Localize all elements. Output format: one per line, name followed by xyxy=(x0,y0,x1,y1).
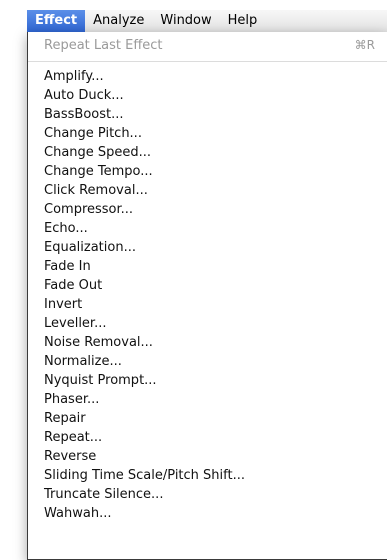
shortcut-label: ⌘R xyxy=(354,38,375,52)
menu-item-leveller[interactable]: Leveller... xyxy=(28,314,387,333)
menu-item-change-pitch[interactable]: Change Pitch... xyxy=(28,124,387,143)
menu-item-wahwah[interactable]: Wahwah... xyxy=(28,504,387,523)
menu-item-fade-in[interactable]: Fade In xyxy=(28,257,387,276)
menu-item-reverse[interactable]: Reverse xyxy=(28,447,387,466)
menu-item-auto-duck[interactable]: Auto Duck... xyxy=(28,86,387,105)
menu-window[interactable]: Window xyxy=(152,10,219,32)
menu-help[interactable]: Help xyxy=(220,10,266,32)
menu-item-fade-out[interactable]: Fade Out xyxy=(28,276,387,295)
menu-item-bassboost[interactable]: BassBoost... xyxy=(28,105,387,124)
menu-item-truncate-silence[interactable]: Truncate Silence... xyxy=(28,485,387,504)
menu-item-equalization[interactable]: Equalization... xyxy=(28,238,387,257)
menu-item-sliding-time-scale[interactable]: Sliding Time Scale/Pitch Shift... xyxy=(28,466,387,485)
menu-item-invert[interactable]: Invert xyxy=(28,295,387,314)
screen: Effect Analyze Window Help Repeat Last E… xyxy=(0,0,387,560)
menu-item-normalize[interactable]: Normalize... xyxy=(28,352,387,371)
menu-item-nyquist-prompt[interactable]: Nyquist Prompt... xyxy=(28,371,387,390)
menu-item-change-speed[interactable]: Change Speed... xyxy=(28,143,387,162)
menu-item-echo[interactable]: Echo... xyxy=(28,219,387,238)
menu-item-amplify[interactable]: Amplify... xyxy=(28,67,387,86)
menu-item-click-removal[interactable]: Click Removal... xyxy=(28,181,387,200)
menu-item-label: Repeat Last Effect xyxy=(44,38,163,53)
menu-item-repeat-last-effect: Repeat Last Effect ⌘R xyxy=(28,36,387,55)
menu-analyze[interactable]: Analyze xyxy=(85,10,152,32)
menu-item-change-tempo[interactable]: Change Tempo... xyxy=(28,162,387,181)
menu-item-compressor[interactable]: Compressor... xyxy=(28,200,387,219)
menu-bar: Effect Analyze Window Help xyxy=(27,10,387,32)
menu-item-phaser[interactable]: Phaser... xyxy=(28,390,387,409)
menu-effect[interactable]: Effect xyxy=(27,10,86,32)
menu-item-repeat[interactable]: Repeat... xyxy=(28,428,387,447)
menu-item-noise-removal[interactable]: Noise Removal... xyxy=(28,333,387,352)
menu-separator xyxy=(28,55,387,67)
menu-item-repair[interactable]: Repair xyxy=(28,409,387,428)
effect-dropdown-menu: Repeat Last Effect ⌘R Amplify... Auto Du… xyxy=(27,32,387,560)
